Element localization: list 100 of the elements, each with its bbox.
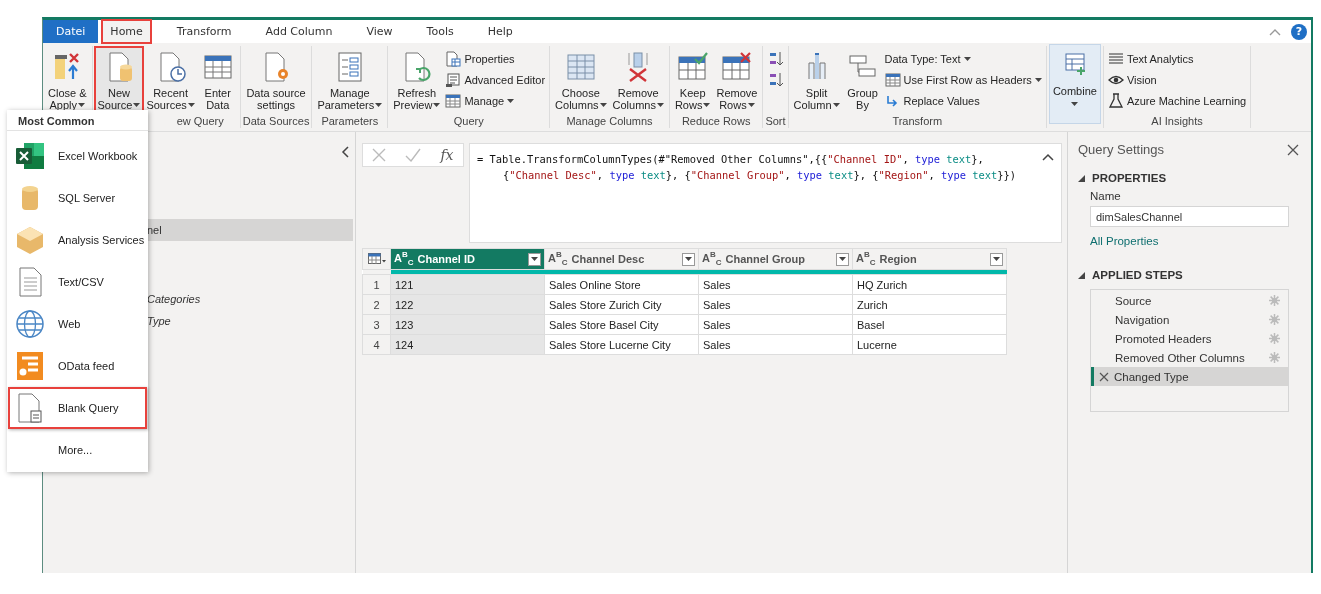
collapse-pane-icon[interactable]: [341, 146, 349, 158]
caret-icon: [187, 103, 195, 107]
table-cell: Lucerne: [852, 334, 1007, 355]
collapse-formula-icon[interactable]: [1042, 153, 1054, 161]
menu-item[interactable]: SQL Server: [8, 177, 147, 219]
ribbon-button[interactable]: Remove Columns: [609, 47, 667, 113]
table-cell: Basel: [852, 314, 1007, 335]
columns-icon: [564, 51, 597, 83]
flask-icon: [1107, 93, 1124, 109]
ribbon-button[interactable]: Keep Rows: [671, 47, 714, 113]
column-name: Channel Group: [725, 253, 806, 265]
expanded-icon[interactable]: [1078, 174, 1085, 182]
table-cell: Sales Store Basel City: [544, 314, 699, 335]
ribbon-button[interactable]: Manage Parameters: [314, 47, 386, 113]
ribbon-button[interactable]: Split Column: [790, 47, 843, 113]
sort-ascending-icon: [767, 51, 784, 67]
ribbon-button[interactable]: Advanced Editor: [445, 71, 546, 89]
menu-item[interactable]: Excel Workbook: [8, 135, 147, 177]
menu-item[interactable]: More...: [8, 429, 147, 471]
ribbon-button[interactable]: Text Analytics: [1107, 50, 1247, 68]
group-label: Parameters: [321, 115, 379, 128]
formula-field[interactable]: = Table.TransformColumnTypes(#"Removed Other Columns",{{"Channel ID", type text}, {"Channel Desc", type text}, {"Channel Group", type text}, {"Region", type text}}): [469, 143, 1062, 243]
column-header[interactable]: A$^{B}$$_{C}$ Region: [852, 248, 1007, 270]
globe-icon: [14, 308, 46, 340]
collapse-ribbon-icon[interactable]: [1269, 27, 1281, 36]
ribbon-button[interactable]: Remove Rows: [713, 47, 761, 113]
column-header[interactable]: A$^{B}$$_{C}$ Channel Desc: [544, 248, 699, 270]
filter-button[interactable]: [528, 252, 541, 266]
applied-step[interactable]: Removed Other Columns: [1091, 348, 1288, 367]
feed-icon: [14, 350, 46, 382]
menu-item[interactable]: OData feed: [8, 345, 147, 387]
function-button[interactable]: fx: [440, 147, 454, 163]
ribbon-button[interactable]: Vision: [1107, 71, 1247, 89]
ribbon-button[interactable]: Use First Row as Headers: [884, 71, 1042, 89]
caret-icon: [685, 257, 692, 261]
ribbon-button[interactable]: Combine: [1048, 44, 1101, 124]
section-heading: APPLIED STEPS: [1092, 269, 1183, 281]
ribbon-button[interactable]: Data source settings: [243, 47, 309, 113]
column-header[interactable]: A$^{B}$$_{C}$ Channel Group: [698, 248, 853, 270]
filter-button[interactable]: [682, 252, 695, 266]
applied-step[interactable]: Navigation: [1091, 310, 1288, 329]
ribbon-button[interactable]: Group By: [842, 47, 883, 113]
spreadsheet-icon: [14, 140, 46, 172]
ribbon-button[interactable]: Refresh Preview: [390, 47, 444, 113]
caret-icon: [839, 257, 846, 261]
cube-icon: [14, 224, 46, 256]
table-cell: 121: [390, 274, 545, 295]
ribbon-button[interactable]: Azure Machine Learning: [1107, 92, 1247, 110]
ribbon-tab[interactable]: Transform: [162, 20, 246, 43]
close-icon[interactable]: [1287, 143, 1299, 156]
delete-icon[interactable]: [1099, 371, 1109, 382]
group-label: Data Sources: [242, 115, 310, 128]
ribbon-tab[interactable]: Tools: [412, 20, 468, 43]
row-number: 3: [362, 314, 391, 335]
editor-icon: [445, 72, 462, 88]
ribbon-button[interactable]: Recent Sources: [143, 47, 198, 113]
filter-button[interactable]: [836, 252, 849, 266]
table-menu-button[interactable]: [362, 248, 391, 270]
group-label: Sort: [765, 115, 786, 128]
ribbon-button[interactable]: Properties: [445, 50, 546, 68]
applied-step[interactable]: Changed Type: [1091, 367, 1288, 386]
column-header[interactable]: A$^{B}$$_{C}$ Channel ID: [390, 248, 545, 270]
ribbon-button[interactable]: [767, 71, 784, 89]
ribbon-button[interactable]: Replace Values: [884, 92, 1042, 110]
ribbon-tab[interactable]: Home: [102, 20, 151, 43]
caret-icon: [599, 103, 607, 107]
table-cell: Sales Store Zurich City: [544, 294, 699, 315]
name-field[interactable]: dimSalesChannel: [1090, 206, 1289, 227]
ribbon-tab[interactable]: Help: [473, 20, 527, 43]
group-label: ew Query: [176, 115, 224, 128]
caret-icon: [507, 99, 515, 103]
lines-icon: [1107, 51, 1124, 67]
ribbon-button[interactable]: Data Type: Text: [884, 50, 1042, 68]
applied-step[interactable]: Promoted Headers: [1091, 329, 1288, 348]
column-name: Channel ID: [417, 253, 476, 265]
ribbon-tab[interactable]: Datei: [43, 20, 99, 43]
ribbon-button[interactable]: [767, 50, 784, 68]
ribbon-tab[interactable]: Add Column: [251, 20, 347, 43]
ribbon-button[interactable]: Enter Data: [197, 47, 238, 113]
menu-item[interactable]: Text/CSV: [8, 261, 147, 303]
ribbon-button[interactable]: New Source: [94, 47, 144, 113]
help-button[interactable]: ?: [1291, 23, 1307, 40]
group-label: Transform: [892, 115, 943, 128]
caret-icon: [375, 103, 383, 107]
check-icon[interactable]: [405, 148, 422, 162]
ribbon-tab[interactable]: View: [352, 20, 407, 43]
expanded-icon[interactable]: [1078, 271, 1085, 279]
applied-step[interactable]: Source: [1091, 291, 1288, 310]
caret-icon: [133, 103, 141, 107]
all-properties-link[interactable]: All Properties: [1090, 235, 1159, 247]
column-name: Channel Desc: [571, 253, 646, 265]
keep-rows-icon: [676, 51, 709, 83]
ribbon-button[interactable]: Manage: [445, 92, 546, 110]
ribbon-button[interactable]: Choose Columns: [552, 47, 610, 113]
filter-button[interactable]: [990, 252, 1003, 266]
caret-icon: [1071, 102, 1079, 106]
menu-item[interactable]: Web: [8, 303, 147, 345]
table-cell: Sales: [698, 294, 853, 315]
menu-item[interactable]: Blank Query: [8, 387, 147, 429]
formula-line: {"Channel Desc", type text}, {"Channel Group", type text}, {"Region", type text}}): [502, 168, 1018, 183]
